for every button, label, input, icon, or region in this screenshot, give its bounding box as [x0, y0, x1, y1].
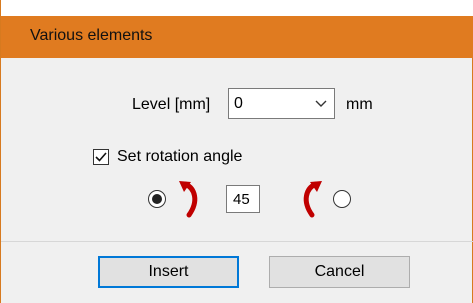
level-dropdown[interactable]: 0 — [228, 88, 335, 119]
level-label: Level [mm] — [132, 96, 211, 113]
level-value: 0 — [234, 95, 243, 112]
cancel-button[interactable]: Cancel — [269, 256, 410, 288]
dialog-title: Various elements — [30, 27, 153, 44]
rotation-checkbox-label[interactable]: Set rotation angle — [117, 148, 242, 166]
rotate-clockwise-arrow-icon[interactable] — [177, 179, 207, 219]
dialog-window: Various elements Level [mm] 0 mm Set rot… — [0, 0, 473, 303]
top-strip — [1, 0, 473, 16]
radio-clockwise[interactable] — [148, 190, 166, 208]
rotate-counterclockwise-arrow-icon[interactable] — [294, 179, 324, 219]
level-unit: mm — [346, 96, 373, 113]
divider — [1, 241, 473, 242]
rotation-checkbox[interactable] — [93, 149, 109, 165]
dialog-titlebar[interactable]: Various elements — [1, 16, 473, 58]
radio-counterclockwise[interactable] — [333, 190, 351, 208]
radio-selected-dot — [152, 194, 162, 204]
checkmark-icon — [95, 152, 107, 162]
chevron-down-icon[interactable] — [314, 96, 328, 110]
rotation-angle-input[interactable]: 45 — [226, 185, 260, 213]
insert-button[interactable]: Insert — [98, 256, 239, 288]
